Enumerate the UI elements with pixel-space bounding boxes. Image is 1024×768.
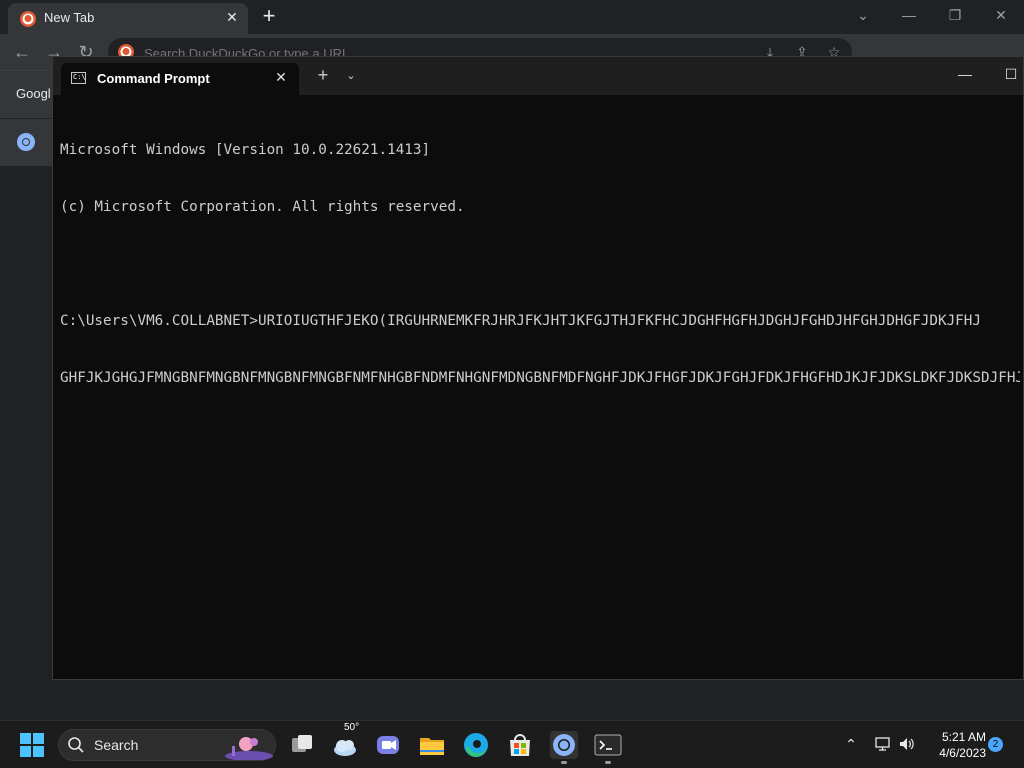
chrome-running-indicator	[561, 761, 567, 764]
terminal-maximize-button[interactable]: ☐	[996, 63, 1024, 85]
clock-time: 5:21 AM	[941, 730, 986, 744]
chrome-restore-button[interactable]: ❐	[932, 0, 978, 30]
terminal-running-indicator	[605, 761, 611, 764]
chrome-tab-close-icon[interactable]: ✕	[224, 9, 240, 25]
terminal-window: C:\ Command Prompt ✕ + ⌄ — ☐ Microsoft W…	[52, 56, 1024, 680]
weather-temperature: 50°	[344, 722, 360, 733]
terminal-title-bar: C:\ Command Prompt ✕ + ⌄ — ☐	[53, 57, 1023, 95]
terminal-taskbar-icon[interactable]	[592, 729, 624, 761]
chrome-new-tab-button[interactable]: +	[258, 5, 280, 28]
notification-badge[interactable]: 2	[988, 737, 1003, 752]
terminal-dropdown-icon[interactable]: ⌄	[343, 68, 359, 84]
terminal-tab-title: Command Prompt	[97, 71, 210, 86]
bookmark-google[interactable]: Googl	[0, 70, 52, 119]
weather-cloud-icon[interactable]	[330, 729, 362, 761]
taskbar-clock[interactable]: 5:21 AM 4/6/2023	[930, 729, 986, 761]
terminal-new-tab-button[interactable]: +	[315, 66, 331, 84]
terminal-line: GHFJKJGHGJFMNGBNFMNGBNFMNGBNFMNGBFNMFNHG…	[60, 370, 1020, 386]
file-explorer-icon[interactable]	[416, 729, 448, 761]
command-prompt-icon: C:\	[71, 72, 86, 84]
terminal-line: C:\Users\VM6.COLLABNET>URIOIUGTHFJEKO(IR…	[60, 313, 981, 329]
task-view-icon[interactable]	[286, 729, 318, 761]
search-icon	[68, 737, 84, 753]
windows-start-icon[interactable]	[16, 729, 48, 761]
chrome-close-button[interactable]: ✕	[978, 0, 1024, 30]
volume-icon[interactable]	[898, 735, 916, 753]
chrome-page-area	[0, 166, 52, 720]
chrome-icon	[17, 133, 35, 151]
taskbar: Search 50° ⌃ 5:21 AM 4/6/2023 2	[0, 720, 1024, 768]
chrome-minimize-button[interactable]: —	[886, 0, 932, 30]
back-arrow-icon[interactable]: ←	[10, 40, 34, 64]
clock-date: 4/6/2023	[939, 746, 986, 760]
terminal-minimize-button[interactable]: —	[950, 63, 980, 85]
chrome-side-item[interactable]	[0, 118, 52, 167]
chrome-tab-title: New Tab	[44, 10, 95, 25]
bookmark-label: Googl	[16, 86, 51, 101]
terminal-output[interactable]: Microsoft Windows [Version 10.0.22621.14…	[60, 103, 1020, 673]
terminal-tab-close-icon[interactable]: ✕	[273, 69, 289, 85]
chevron-up-icon[interactable]: ⌃	[842, 735, 860, 753]
teams-chat-icon[interactable]	[372, 729, 404, 761]
search-highlight-icon	[225, 737, 273, 760]
chrome-tab-new-tab[interactable]: New Tab ✕	[8, 3, 248, 34]
chrome-title-bar: New Tab ✕ + ⌄ — ❐ ✕	[0, 0, 1024, 34]
microsoft-store-icon[interactable]	[504, 729, 536, 761]
terminal-tab-command-prompt[interactable]: C:\ Command Prompt ✕	[61, 63, 299, 95]
chrome-tab-search-icon[interactable]: ⌄	[840, 0, 886, 30]
chrome-taskbar-icon[interactable]	[548, 729, 580, 761]
terminal-line: Microsoft Windows [Version 10.0.22621.14…	[60, 142, 431, 158]
terminal-line: (c) Microsoft Corporation. All rights re…	[60, 199, 465, 215]
duckduckgo-icon	[20, 11, 36, 27]
taskbar-search-box[interactable]: Search	[58, 729, 276, 761]
network-icon[interactable]	[874, 735, 892, 753]
taskbar-search-label: Search	[94, 737, 139, 753]
edge-icon[interactable]	[460, 729, 492, 761]
